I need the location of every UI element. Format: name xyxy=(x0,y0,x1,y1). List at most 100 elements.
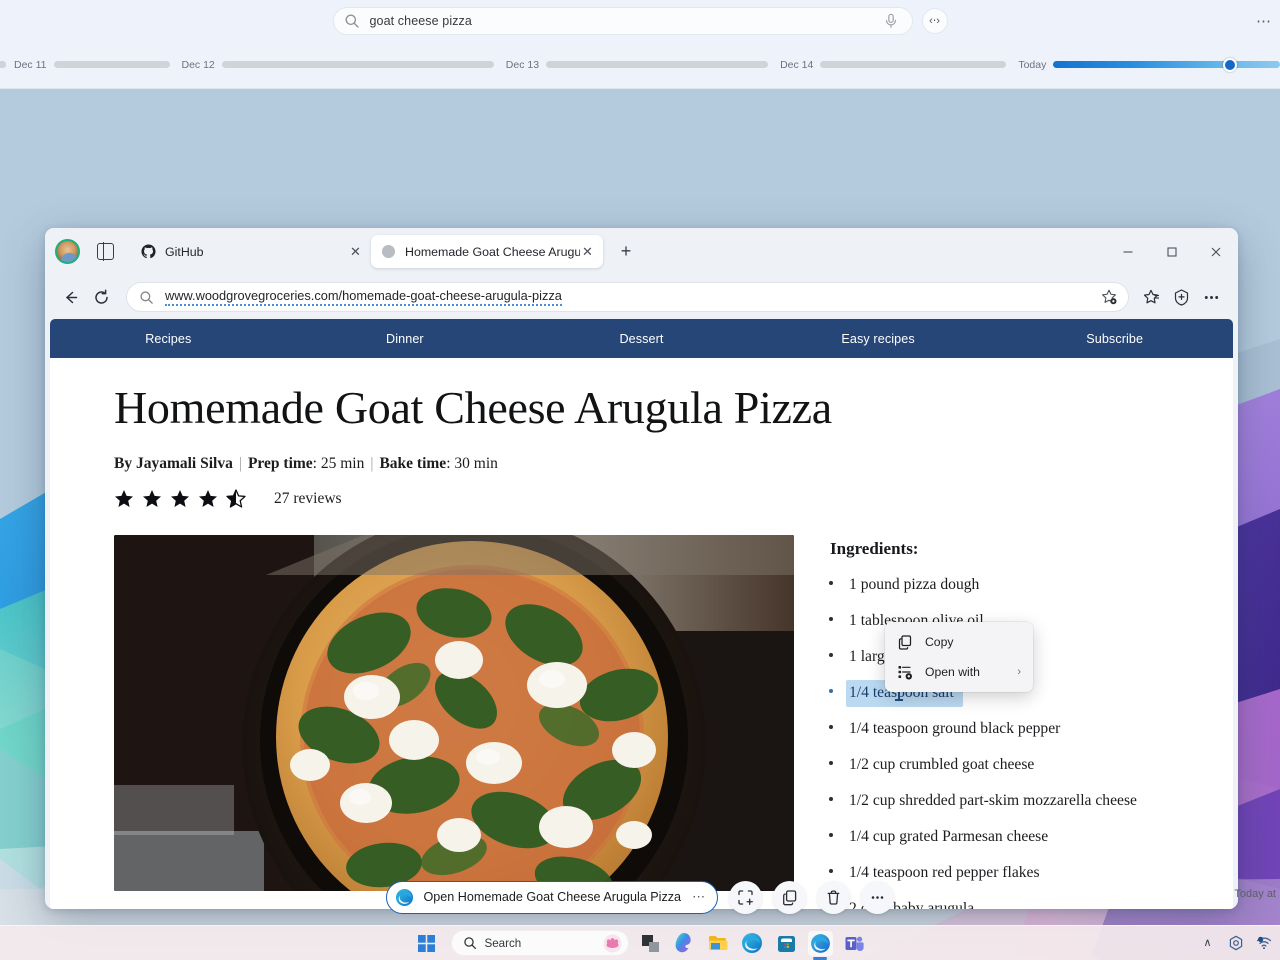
snip-button[interactable] xyxy=(728,880,762,914)
list-item[interactable]: 1/2 cup crumbled goat cheese xyxy=(826,751,1233,779)
context-menu-label: Open with xyxy=(925,665,980,679)
back-button[interactable] xyxy=(55,282,86,313)
list-bullet xyxy=(829,832,833,837)
windows-start-button[interactable] xyxy=(414,931,439,956)
taskbar-item-microsoft-teams[interactable] xyxy=(842,931,867,956)
list-item[interactable]: 1/2 cup shredded part-skim mozzarella ch… xyxy=(826,787,1233,815)
web-page-content: Recipes Dinner Dessert Easy recipes Subs… xyxy=(50,319,1233,909)
user-avatar[interactable] xyxy=(55,239,80,264)
context-menu-item-open-with[interactable]: Open with › xyxy=(889,657,1029,687)
taskbar-items: Search xyxy=(414,930,867,956)
taskbar-search-box[interactable]: Search xyxy=(450,930,629,956)
reload-button[interactable] xyxy=(86,282,117,313)
browser-toolbar: www.woodgrovegroceries.com/homemade-goat… xyxy=(45,275,1238,319)
list-item[interactable]: 1/4 teaspoon ground black pepper xyxy=(826,715,1233,743)
timeline-segment-dec13[interactable]: Dec 13 xyxy=(506,59,769,71)
timeline-label: Dec 12 xyxy=(181,58,215,71)
ingredient-text: 1/4 teaspoon ground black pepper xyxy=(846,715,1070,743)
timeline-track[interactable] xyxy=(221,61,494,68)
nav-item-subscribe[interactable]: Subscribe xyxy=(996,332,1233,346)
timeline-track[interactable] xyxy=(53,61,170,68)
close-button[interactable] xyxy=(1194,228,1238,275)
site-navigation: Recipes Dinner Dessert Easy recipes Subs… xyxy=(50,319,1233,358)
new-tab-button[interactable]: + xyxy=(613,239,639,265)
timeline-scrubber-handle[interactable] xyxy=(1223,57,1238,72)
browser-tab-github[interactable]: GitHub ✕ xyxy=(131,235,371,268)
list-item[interactable]: 1 pound pizza dough xyxy=(826,571,1233,599)
maximize-button[interactable] xyxy=(1150,228,1194,275)
context-menu: Copy Open with › xyxy=(885,622,1033,692)
show-hidden-icons-chevron[interactable]: ∧ xyxy=(1199,934,1216,951)
taskbar-item-edge[interactable] xyxy=(740,931,765,956)
search-icon xyxy=(463,937,476,950)
bake-time-value: 30 min xyxy=(454,454,498,472)
timeline-label-today: Today xyxy=(1018,58,1047,71)
microphone-icon[interactable] xyxy=(884,13,898,29)
favorites-star-icon xyxy=(1102,289,1117,305)
recall-timeline[interactable]: Dec 11 Dec 12 Dec 13 Dec 14 Today xyxy=(0,41,1280,89)
article-byline: By Jayamali Silva | Prep time: 25 min | Bake… xyxy=(114,454,498,472)
timeline-track[interactable] xyxy=(820,61,1007,68)
timeline-today-track[interactable] xyxy=(1053,57,1280,72)
wifi-icon[interactable] xyxy=(1255,934,1272,951)
favorites-bar-icon xyxy=(1143,289,1159,303)
nav-item-easy-recipes[interactable]: Easy recipes xyxy=(760,332,997,346)
tab-close-icon[interactable]: ✕ xyxy=(580,244,595,259)
open-with-icon xyxy=(898,666,912,680)
address-bar[interactable]: www.woodgrovegroceries.com/homemade-goat… xyxy=(126,282,1129,312)
open-in-app-more-icon[interactable]: ⋯ xyxy=(692,889,706,905)
star-icon-full xyxy=(171,489,189,507)
chevron-up-icon: ∧ xyxy=(1203,937,1212,949)
tab-title: Homemade Goat Cheese Arugula Pizz xyxy=(405,244,580,259)
taskbar-item-taskview[interactable] xyxy=(638,931,663,956)
nav-item-recipes[interactable]: Recipes xyxy=(50,332,287,346)
recipe-body: Ingredients: 1 pound pizza dough 1 table… xyxy=(114,534,1233,909)
copy-button[interactable] xyxy=(772,880,806,914)
lotus-widget-icon[interactable] xyxy=(603,934,622,953)
recall-timestamp: Today at xyxy=(1234,888,1276,900)
list-item[interactable]: 1/4 cup grated Parmesan cheese xyxy=(826,823,1233,851)
byline-author: Jayamali Silva xyxy=(135,454,233,472)
browser-settings-button[interactable] xyxy=(1196,282,1226,312)
taskbar-item-edge-recall[interactable] xyxy=(807,930,833,956)
favorites-button[interactable] xyxy=(1136,282,1166,312)
taskbar-item-copilot[interactable] xyxy=(672,931,697,956)
timeline-segment-today[interactable]: Today xyxy=(1018,57,1280,72)
byline-by-label: By xyxy=(114,454,133,472)
tab-actions-icon[interactable] xyxy=(97,242,114,261)
recall-action-toolbar: Open Homemade Goat Cheese Arugula Pizza … xyxy=(0,869,1280,925)
taskbar-item-microsoft-store[interactable] xyxy=(774,931,799,956)
browser-essentials-button[interactable] xyxy=(1166,282,1196,312)
bake-time-label: Bake time xyxy=(379,454,447,472)
network-settings-icon[interactable] xyxy=(1227,934,1244,951)
nav-item-dessert[interactable]: Dessert xyxy=(523,332,760,346)
timeline-left-stub xyxy=(0,61,6,68)
list-bullet xyxy=(829,580,833,585)
nav-item-dinner[interactable]: Dinner xyxy=(287,332,524,346)
timeline-track[interactable] xyxy=(546,61,769,68)
prep-time-value: 25 min xyxy=(320,454,365,472)
address-bar-url[interactable]: www.woodgrovegroceries.com/homemade-goat… xyxy=(165,288,562,306)
byline-separator: | xyxy=(370,454,374,472)
taskbar-item-file-explorer[interactable] xyxy=(706,931,731,956)
open-in-app-button[interactable]: Open Homemade Goat Cheese Arugula Pizza … xyxy=(386,880,718,914)
delete-button[interactable] xyxy=(816,880,850,914)
more-button[interactable] xyxy=(860,880,894,914)
timeline-segment-dec11[interactable]: Dec 11 xyxy=(14,59,170,71)
desktop-wallpaper: GitHub ✕ Homemade Goat Cheese Arugula Pi… xyxy=(0,89,1280,960)
recall-more-button[interactable]: ‹⋅› xyxy=(921,7,948,34)
recall-search-box[interactable]: goat cheese pizza xyxy=(332,6,913,35)
minimize-button[interactable] xyxy=(1106,228,1150,275)
list-bullet xyxy=(829,760,833,765)
context-menu-item-copy[interactable]: Copy xyxy=(889,627,1029,657)
browser-tab-recipe[interactable]: Homemade Goat Cheese Arugula Pizz ✕ xyxy=(371,235,603,268)
recall-search-input[interactable]: goat cheese pizza xyxy=(370,14,884,28)
window-more-options[interactable]: ⋯ xyxy=(1256,12,1272,30)
tab-close-icon[interactable]: ✕ xyxy=(348,244,363,259)
more-dots-icon xyxy=(871,895,883,899)
timeline-segment-dec12[interactable]: Dec 12 xyxy=(182,59,494,71)
add-favorite-button[interactable] xyxy=(1100,288,1118,306)
list-bullet xyxy=(829,796,833,801)
timeline-segment-dec14[interactable]: Dec 14 xyxy=(780,59,1007,71)
windows-start-icon xyxy=(417,934,435,952)
